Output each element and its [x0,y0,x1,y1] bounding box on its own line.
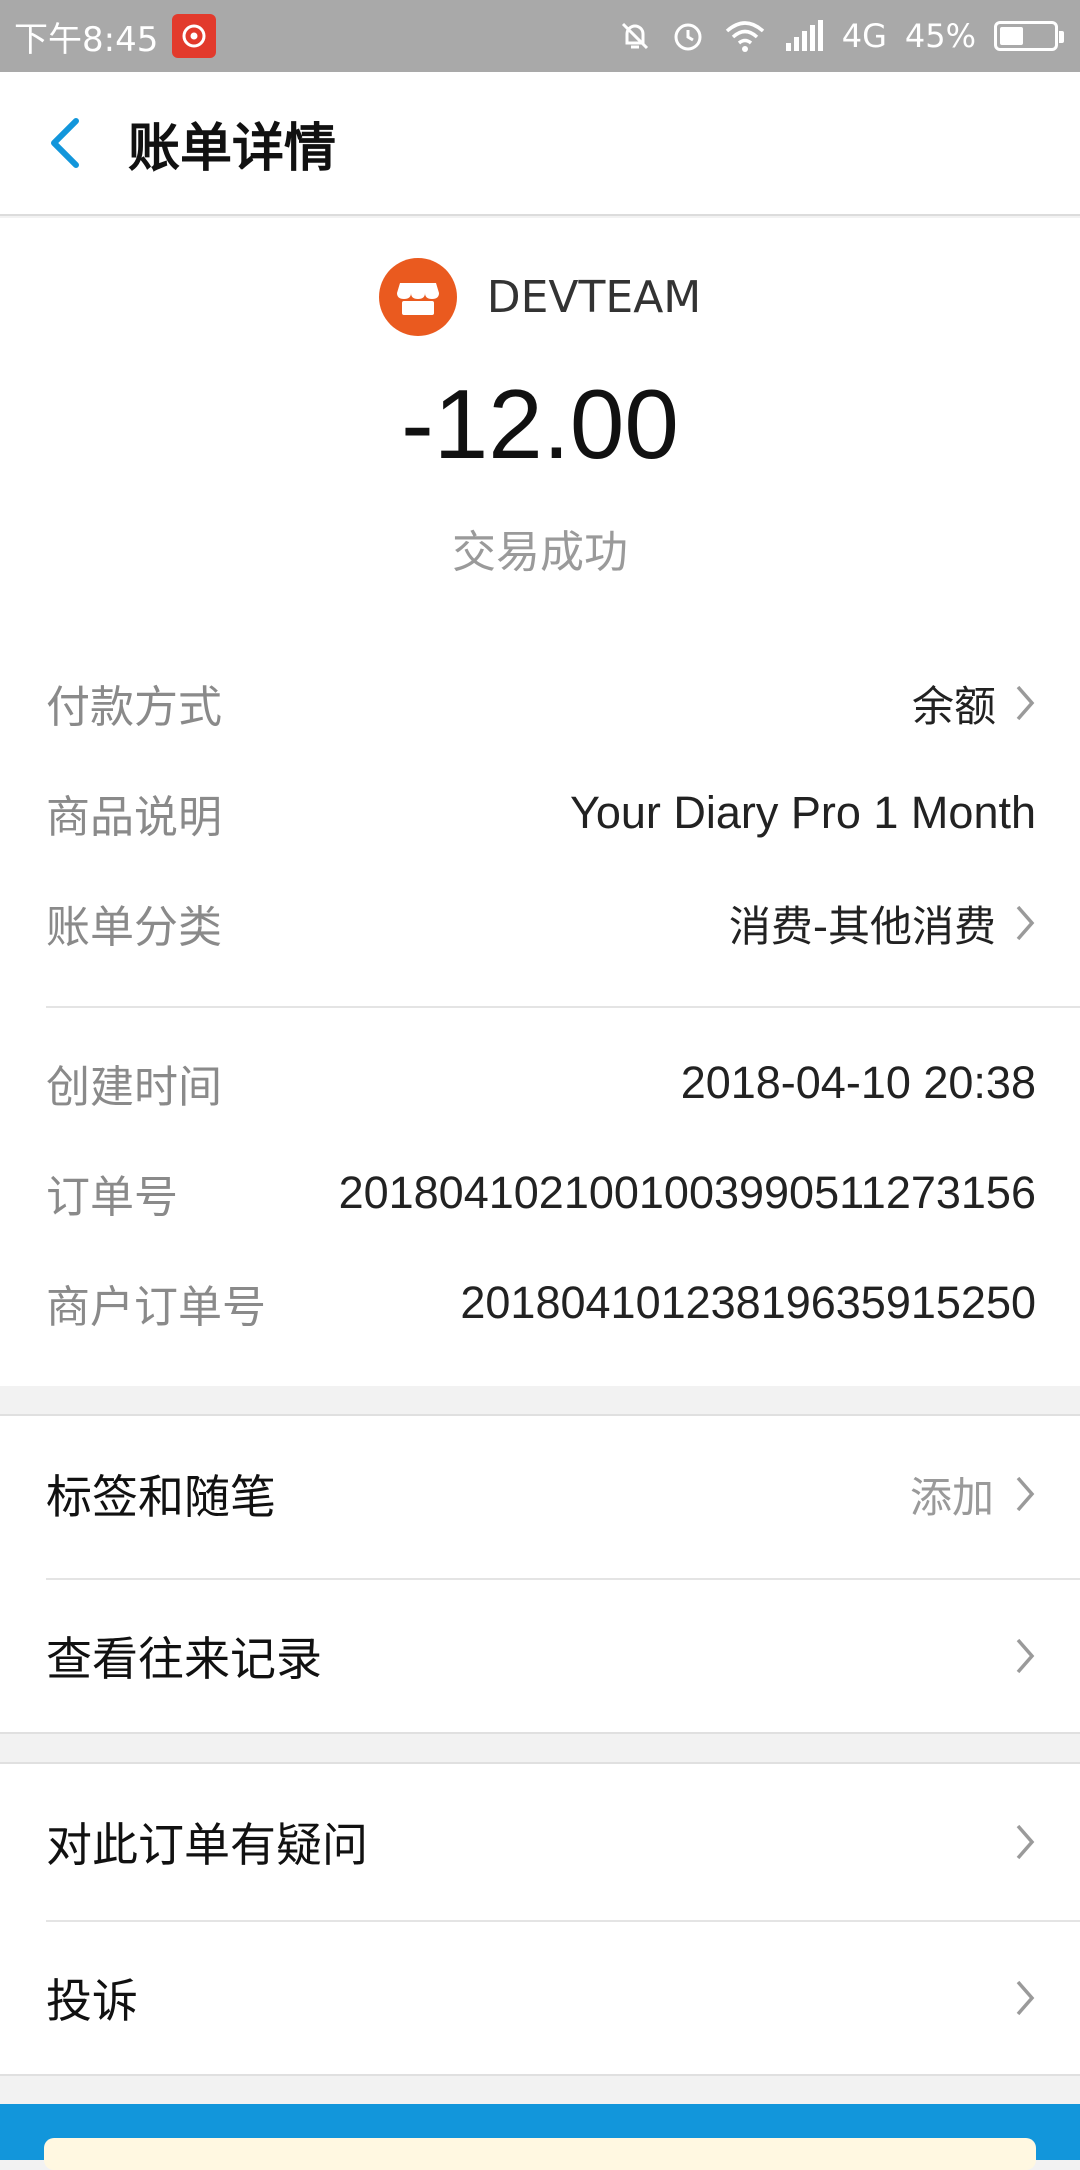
detail-row-order-number: 订单号 2018041021001003990511273156 [46,1138,1036,1248]
chevron-right-icon [1016,905,1035,941]
network-type: 4G [841,17,887,55]
list-item-label: 对此订单有疑问 [46,1818,368,1872]
chevron-right-icon [1016,685,1035,721]
detail-label: 商户订单号 [46,1282,266,1333]
bottom-banner[interactable] [0,2104,1080,2170]
detail-label: 付款方式 [46,682,222,733]
detail-row-category[interactable]: 账单分类 消费-其他消费 [46,868,1036,978]
store-icon [378,258,457,336]
banner-card [44,2138,1036,2170]
list-item-label: 标签和随笔 [46,1470,276,1524]
detail-row-product: 商品说明 Your Diary Pro 1 Month [46,758,1036,868]
signal-icon [784,19,824,53]
add-label: 添加 [909,1472,994,1522]
merchant-name: DEVTEAM [486,271,702,323]
merchant: DEVTEAM [0,258,1080,336]
detail-value: 消费-其他消费 [728,901,996,951]
list-item-order-question[interactable]: 对此订单有疑问 [46,1764,1036,1920]
detail-row-payment-method[interactable]: 付款方式 余额 [46,648,1036,758]
divider [46,1006,1080,1008]
status-bar: 下午8:45 4G 45% [0,0,1080,72]
notification-muted-icon [618,19,652,53]
alarm-icon [670,18,706,54]
transaction-summary: DEVTEAM -12.00 交易成功 [0,218,1080,598]
transaction-amount: -12.00 [401,369,679,479]
actions-group-1: 标签和随笔 添加 查看往来记录 [0,1414,1080,1734]
chevron-right-icon [1016,1824,1035,1860]
detail-row-merchant-order-number: 商户订单号 20180410123819635915250 [46,1248,1036,1358]
detail-value: Your Diary Pro 1 Month [569,787,1036,838]
actions-group-2: 对此订单有疑问 投诉 [0,1762,1080,2076]
chevron-right-icon [1016,1476,1035,1512]
detail-label: 订单号 [46,1172,178,1223]
chevron-right-icon [1016,1638,1035,1674]
app-header: 账单详情 [0,72,1080,216]
detail-row-created-time: 创建时间 2018-04-10 20:38 [46,1028,1036,1138]
detail-label: 创建时间 [46,1062,222,1113]
list-item-label: 查看往来记录 [46,1632,322,1686]
chevron-right-icon [1016,1980,1035,2016]
list-item-label: 投诉 [46,1974,138,2028]
status-time: 下午8:45 [14,19,159,60]
chevron-left-icon [51,118,79,168]
page-title: 账单详情 [128,118,337,179]
detail-value: 20180410123819635915250 [460,1277,1036,1328]
detail-label: 商品说明 [46,792,222,843]
transaction-details: 付款方式 余额 商品说明 Your Diary Pro 1 Month 账单分类… [0,598,1080,1386]
list-item-history[interactable]: 查看往来记录 [46,1578,1036,1734]
battery-icon [994,21,1064,51]
wifi-icon [724,19,766,53]
detail-value: 2018-04-10 20:38 [680,1057,1036,1108]
detail-value: 2018041021001003990511273156 [338,1167,1036,1218]
list-item-complaint[interactable]: 投诉 [46,1920,1036,2076]
detail-value: 余额 [911,681,996,731]
transaction-status: 交易成功 [452,527,628,578]
back-button[interactable] [18,71,114,215]
battery-percent: 45% [904,17,976,55]
detail-label: 账单分类 [46,902,222,953]
list-item-tags-notes[interactable]: 标签和随笔 添加 [46,1416,1036,1572]
netease-music-icon [172,14,217,58]
